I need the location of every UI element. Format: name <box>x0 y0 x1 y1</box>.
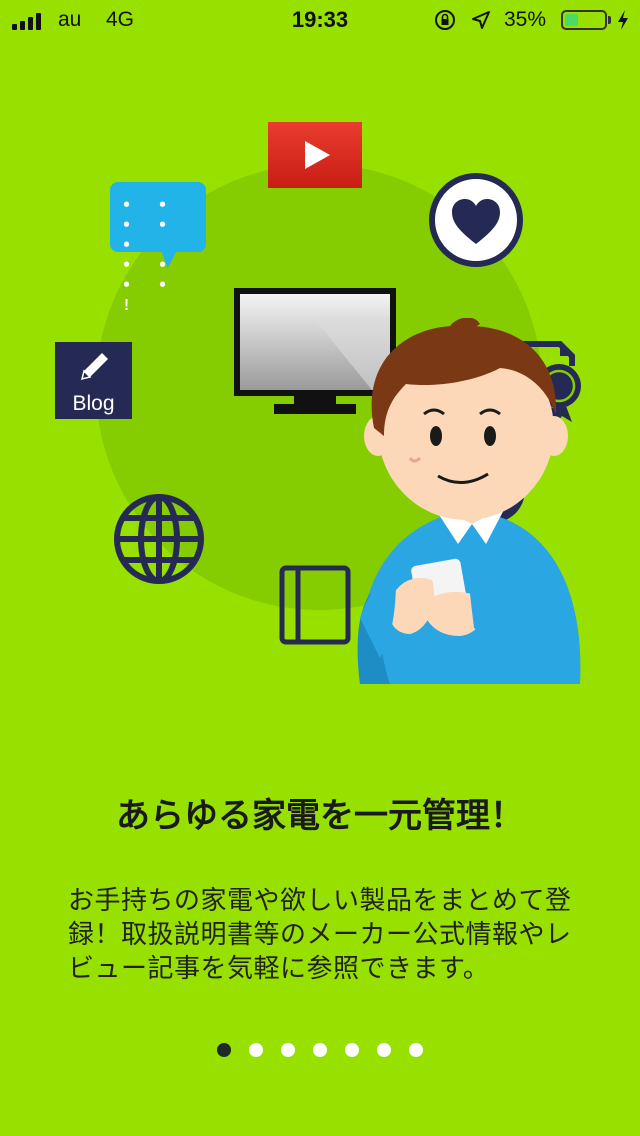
chat-dots: • • • • • • • • • ! <box>122 196 177 314</box>
blog-icon: Blog <box>55 342 132 419</box>
page-dot-5[interactable] <box>345 1043 359 1057</box>
page-dot-1[interactable] <box>217 1043 231 1057</box>
battery-cap <box>608 16 611 24</box>
status-bar: au 4G 19:33 35% <box>0 0 640 40</box>
onboarding-description: お手持ちの家電や欲しい製品をまとめて登録！取扱説明書等のメーカー公式情報やレビュ… <box>68 886 572 984</box>
onboarding-title: あらゆる家電を一元管理！ <box>116 796 524 836</box>
battery-percentage: 35% <box>504 8 547 31</box>
youtube-play-icon <box>268 122 362 188</box>
blog-label: Blog <box>72 392 115 415</box>
battery-level-fill <box>565 14 579 26</box>
pencil-icon <box>80 353 108 381</box>
onboarding-illustration: • • • • • • • • • ! Blog <box>0 100 640 700</box>
globe-icon <box>114 494 204 584</box>
page-dot-7[interactable] <box>409 1043 423 1057</box>
charging-icon <box>618 10 628 30</box>
page-dot-3[interactable] <box>281 1043 295 1057</box>
page-dot-6[interactable] <box>377 1043 391 1057</box>
location-icon <box>472 11 490 29</box>
battery-icon <box>561 10 607 30</box>
page-dot-4[interactable] <box>313 1043 327 1057</box>
person-with-phone <box>357 318 581 684</box>
heart-icon <box>429 173 523 267</box>
orientation-lock-icon <box>435 10 455 30</box>
page-indicator[interactable] <box>0 1043 640 1057</box>
page-dot-2[interactable] <box>249 1043 263 1057</box>
chat-bubble-icon: • • • • • • • • • ! <box>110 182 206 314</box>
